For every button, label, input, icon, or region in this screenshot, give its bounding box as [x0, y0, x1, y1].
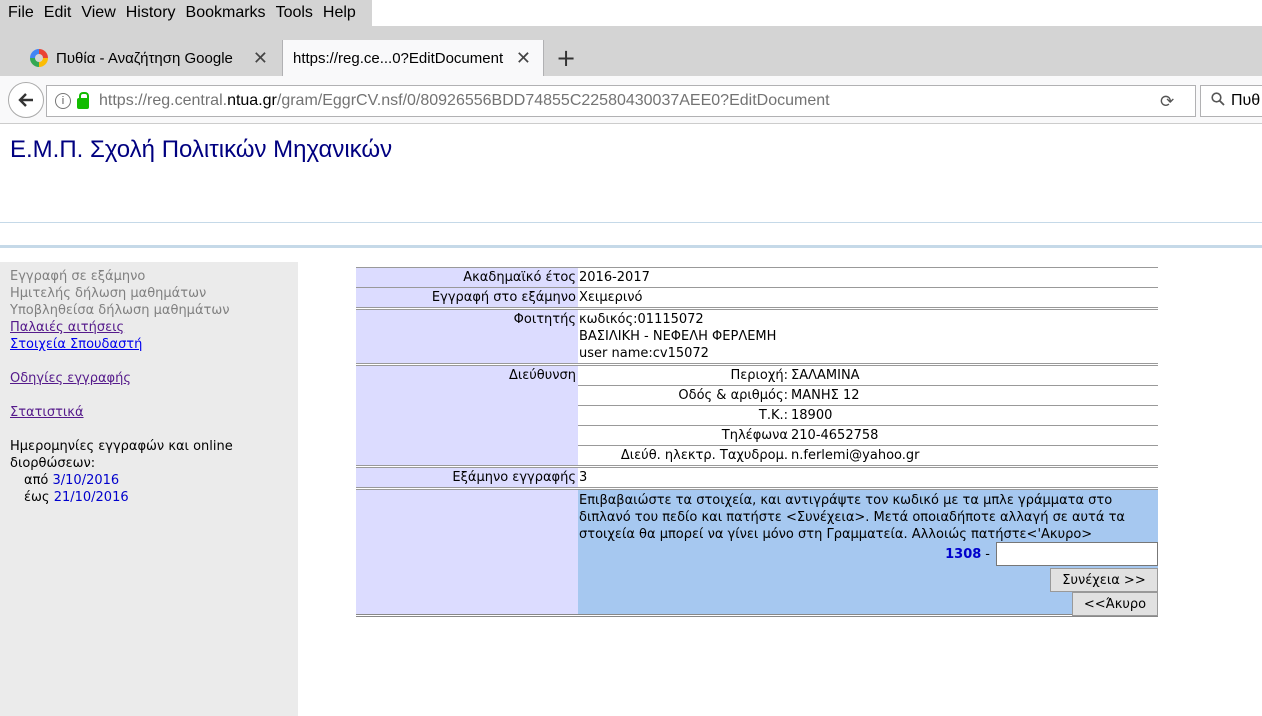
address-row: Περιοχή: ΣΑΛΑΜΙΝΑ: [578, 366, 1158, 386]
confirm-cell: Επιβαβαιώστε τα στοιχεία, και αντιγράψτε…: [578, 490, 1158, 616]
google-icon: [30, 49, 48, 67]
address-row: Τηλέφωνα 210-4652758: [578, 426, 1158, 446]
menu-help[interactable]: Help: [318, 4, 361, 22]
menu-bookmarks[interactable]: Bookmarks: [181, 4, 271, 22]
sidebar-item-register: Εγγραφή σε εξάμηνο: [10, 269, 146, 284]
tab-google[interactable]: Πυθία - Αναζήτηση Google ✕: [18, 40, 280, 76]
url-text: https://reg.central.ntua.gr/gram/EggrCV.…: [99, 92, 830, 109]
address-row: Τ.Κ.: 18900: [578, 406, 1158, 426]
sidebar-link-stats[interactable]: Στατιστικά: [10, 404, 288, 421]
menu-bar: File Edit View History Bookmarks Tools H…: [0, 0, 372, 26]
form-row-student: Φοιτητής κωδικός:01115072 ΒΑΣΙΛΙΚΗ - ΝΕΦ…: [356, 310, 1158, 366]
address-row: Οδός & αριθμός: ΜΑΝΗΣ 12: [578, 386, 1158, 406]
date-to: έως 21/10/2016: [24, 490, 129, 505]
close-icon[interactable]: ✕: [253, 48, 268, 69]
address-row: Διεύθ. ηλεκτρ. Ταχυδρομ. n.ferlemi@yahoo.…: [620, 448, 920, 463]
sidebar-item-incomplete: Ημιτελής δήλωση μαθημάτων: [10, 286, 207, 301]
student-name: ΒΑΣΙΛΙΚΗ - ΝΕΦΕΛΗ ΦΕΡΛΕΜΗ: [579, 329, 777, 344]
search-input[interactable]: Πυθ: [1200, 85, 1262, 117]
student-value: κωδικός:01115072 ΒΑΣΙΛΙΚΗ - ΝΕΦΕΛΗ ΦΕΡΛΕ…: [578, 310, 1158, 363]
form-row-semester: Εξάμηνο εγγραφής 3: [356, 468, 1158, 490]
dates-label: Ημερομηνίες εγγραφών και online διορθώσε…: [10, 439, 233, 471]
page-title: Ε.Μ.Π. Σχολή Πολιτικών Μηχανικών: [10, 136, 393, 163]
back-icon[interactable]: [8, 82, 44, 118]
code-separator: -: [985, 546, 990, 562]
sidebar-link-old-requests[interactable]: Παλαιές αιτήσεις: [10, 319, 288, 336]
new-tab-icon[interactable]: +: [556, 44, 576, 72]
tab-strip: Πυθία - Αναζήτηση Google ✕ https://reg.c…: [0, 26, 1262, 76]
menu-view[interactable]: View: [76, 4, 120, 22]
sidebar-link-instructions[interactable]: Οδηγίες εγγραφής: [10, 370, 288, 387]
menu-edit[interactable]: Edit: [39, 4, 77, 22]
student-label: Φοιτητής: [356, 310, 578, 363]
menu-file[interactable]: File: [3, 4, 39, 22]
form-row-confirm: Επιβαβαιώστε τα στοιχεία, και αντιγράψτε…: [356, 490, 1158, 616]
nav-bar: i https://reg.central.ntua.gr/gram/EggrC…: [0, 76, 1262, 124]
semester-reg-label: Εγγραφή στο εξάμηνο: [356, 288, 578, 307]
confirm-label-cell: [356, 490, 578, 614]
address-table: Περιοχή: ΣΑΛΑΜΙΝΑ Οδός & αριθμός: ΜΑΝΗΣ 12…: [578, 366, 1158, 465]
semester-reg-value: Χειμερινό: [579, 290, 643, 305]
sidebar: Εγγραφή σε εξάμηνο Ημιτελής δήλωση μαθημ…: [0, 262, 298, 716]
search-text: Πυθ: [1231, 92, 1261, 109]
year-value: 2016-2017: [579, 270, 650, 285]
sidebar-link-student-info[interactable]: Στοιχεία Σπουδαστή: [10, 336, 288, 353]
close-icon[interactable]: ✕: [516, 48, 531, 69]
search-icon: [1211, 92, 1225, 110]
registration-form: Ακαδημαϊκό έτος 2016-2017 Εγγραφή στο εξ…: [356, 267, 1158, 617]
semester-label: Εξάμηνο εγγραφής: [356, 468, 578, 487]
menu-history[interactable]: History: [121, 4, 181, 22]
student-code: κωδικός:01115072: [579, 312, 704, 327]
student-user: user name:cv15072: [579, 346, 709, 361]
form-row-year: Ακαδημαϊκό έτος 2016-2017: [356, 268, 1158, 288]
url-bar[interactable]: i https://reg.central.ntua.gr/gram/EggrC…: [46, 85, 1196, 117]
verification-code: 1308: [945, 546, 982, 562]
year-label: Ακαδημαϊκό έτος: [356, 268, 578, 287]
lock-icon: [77, 91, 89, 109]
sidebar-item-submitted: Υποβληθείσα δήλωση μαθημάτων: [10, 303, 230, 318]
cancel-button[interactable]: <<Άκυρο: [1072, 592, 1158, 616]
form-row-address: Διεύθυνση Περιοχή: ΣΑΛΑΜΙΝΑ Οδός & αριθμό…: [356, 366, 1158, 468]
confirm-message: Επιβαβαιώστε τα στοιχεία, και αντιγράψτε…: [579, 493, 1125, 542]
code-input[interactable]: [996, 542, 1158, 566]
reload-icon[interactable]: ⟳: [1160, 92, 1174, 112]
menu-bar-filler: [372, 0, 1262, 26]
form-row-semester-reg: Εγγραφή στο εξάμηνο Χειμερινό: [356, 288, 1158, 310]
info-icon[interactable]: i: [55, 93, 71, 109]
date-from: από 3/10/2016: [24, 473, 120, 488]
divider: [0, 245, 1262, 248]
menu-tools[interactable]: Tools: [271, 4, 318, 22]
continue-button[interactable]: Συνέχεια >>: [1050, 568, 1158, 592]
semester-value: 3: [579, 470, 588, 485]
address-label: Διεύθυνση: [356, 366, 578, 465]
code-row: 1308 -: [945, 542, 1158, 566]
tab-reg[interactable]: https://reg.ce...0?EditDocument ✕: [282, 40, 544, 76]
tab-label: https://reg.ce...0?EditDocument: [293, 49, 504, 67]
divider: [0, 222, 1262, 223]
tab-label: Πυθία - Αναζήτηση Google: [56, 49, 233, 67]
